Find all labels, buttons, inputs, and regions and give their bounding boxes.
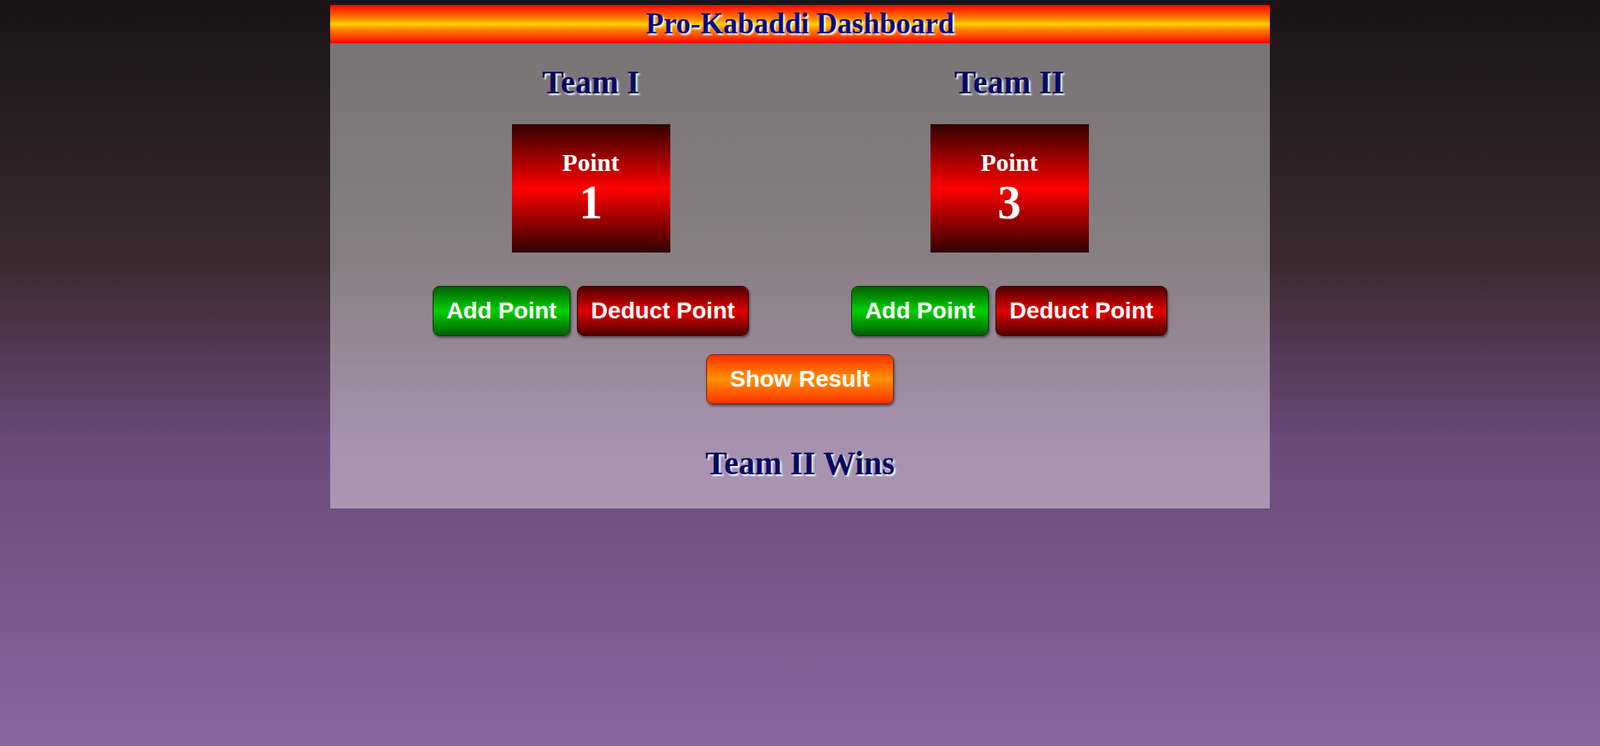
add-point-button[interactable]: Add Point (432, 285, 571, 337)
score-box: Point1 (511, 124, 671, 253)
dashboard-panel: Pro-Kabaddi Dashboard Team IPoint1Add Po… (330, 5, 1270, 509)
score-box: Point3 (930, 124, 1089, 253)
team-name: Team II (954, 63, 1065, 103)
result-text: Team II Wins (705, 444, 895, 484)
header-bar: Pro-Kabaddi Dashboard (330, 5, 1270, 44)
point-label: Point (980, 147, 1038, 178)
point-label: Point (561, 147, 619, 178)
team-name: Team I (541, 63, 640, 103)
team-column: Team II Point3 Add PointDeduct Point (800, 63, 1219, 337)
point-value: 3 (998, 177, 1022, 230)
team-column: Team I Point1 Add PointDeduct Point (381, 63, 801, 337)
show-result-button[interactable]: Show Result (706, 354, 894, 405)
deduct-point-button[interactable]: Deduct Point (995, 285, 1168, 337)
deduct-point-button[interactable]: Deduct Point (576, 285, 749, 337)
add-point-button[interactable]: Add Point (851, 285, 989, 337)
page-background: Pro-Kabaddi Dashboard Team IPoint1Add Po… (0, 0, 1600, 746)
point-value: 1 (579, 177, 603, 230)
dashboard-title: Pro-Kabaddi Dashboard (646, 6, 955, 42)
